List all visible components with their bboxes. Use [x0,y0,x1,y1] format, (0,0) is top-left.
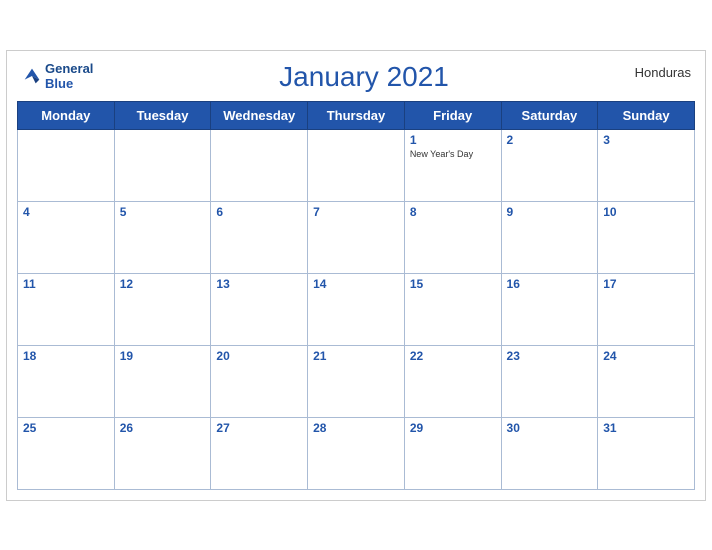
calendar-cell: 7 [308,201,405,273]
calendar-cell: 10 [598,201,695,273]
calendar-cell: 31 [598,417,695,489]
calendar-cell: 18 [18,345,115,417]
day-number: 7 [313,205,399,219]
logo-icon [21,65,43,87]
day-number: 31 [603,421,689,435]
calendar-cell: 27 [211,417,308,489]
weekday-header-friday: Friday [404,101,501,129]
calendar-cell: 15 [404,273,501,345]
logo-line1: General [45,61,93,77]
day-number: 17 [603,277,689,291]
day-number: 13 [216,277,302,291]
day-number: 26 [120,421,206,435]
calendar-cell [308,129,405,201]
day-number: 12 [120,277,206,291]
day-number: 6 [216,205,302,219]
calendar-cell: 28 [308,417,405,489]
weekday-header-monday: Monday [18,101,115,129]
weekday-header-row: MondayTuesdayWednesdayThursdayFridaySatu… [18,101,695,129]
day-number: 11 [23,277,109,291]
day-number: 4 [23,205,109,219]
logo: General Blue [21,61,93,92]
day-number: 22 [410,349,496,363]
calendar-header: General Blue January 2021 Honduras [17,61,695,93]
day-number: 16 [507,277,593,291]
day-number: 5 [120,205,206,219]
week-row-3: 18 19 20 21 22 23 24 [18,345,695,417]
weekday-header-sunday: Sunday [598,101,695,129]
calendar-cell: 29 [404,417,501,489]
day-number: 23 [507,349,593,363]
calendar-grid: MondayTuesdayWednesdayThursdayFridaySatu… [17,101,695,490]
calendar-cell: 11 [18,273,115,345]
week-row-0: 1 New Year's Day 23 [18,129,695,201]
week-row-4: 25 26 27 28 29 30 31 [18,417,695,489]
calendar-container: General Blue January 2021 Honduras Monda… [6,50,706,501]
day-number: 1 [410,133,496,147]
calendar-cell: 17 [598,273,695,345]
calendar-cell: 13 [211,273,308,345]
weekday-header-tuesday: Tuesday [114,101,211,129]
day-number: 30 [507,421,593,435]
calendar-cell: 5 [114,201,211,273]
calendar-cell: 26 [114,417,211,489]
calendar-cell: 14 [308,273,405,345]
day-number: 20 [216,349,302,363]
day-number: 2 [507,133,593,147]
weekday-header-saturday: Saturday [501,101,598,129]
day-number: 29 [410,421,496,435]
calendar-cell: 20 [211,345,308,417]
day-number: 8 [410,205,496,219]
calendar-cell: 8 [404,201,501,273]
day-number: 24 [603,349,689,363]
logo-text: General Blue [45,61,93,92]
day-number: 27 [216,421,302,435]
day-number: 19 [120,349,206,363]
logo-line2: Blue [45,76,93,92]
calendar-cell: 19 [114,345,211,417]
calendar-cell [18,129,115,201]
day-number: 18 [23,349,109,363]
calendar-cell: 16 [501,273,598,345]
calendar-cell [114,129,211,201]
calendar-cell: 6 [211,201,308,273]
holiday-label: New Year's Day [410,149,496,160]
calendar-cell: 30 [501,417,598,489]
day-number: 28 [313,421,399,435]
calendar-cell: 24 [598,345,695,417]
day-number: 10 [603,205,689,219]
day-number: 21 [313,349,399,363]
calendar-cell: 25 [18,417,115,489]
week-row-2: 11 12 13 14 15 16 17 [18,273,695,345]
calendar-cell: 2 [501,129,598,201]
calendar-cell [211,129,308,201]
calendar-cell: 12 [114,273,211,345]
calendar-cell: 1 New Year's Day [404,129,501,201]
calendar-cell: 9 [501,201,598,273]
day-number: 3 [603,133,689,147]
day-number: 15 [410,277,496,291]
calendar-cell: 21 [308,345,405,417]
day-number: 14 [313,277,399,291]
day-number: 9 [507,205,593,219]
country-label: Honduras [635,61,691,80]
calendar-cell: 4 [18,201,115,273]
week-row-1: 456789 10 [18,201,695,273]
calendar-title: January 2021 [93,61,634,93]
calendar-cell: 23 [501,345,598,417]
calendar-cell: 22 [404,345,501,417]
weekday-header-thursday: Thursday [308,101,405,129]
calendar-cell: 3 [598,129,695,201]
weekday-header-wednesday: Wednesday [211,101,308,129]
day-number: 25 [23,421,109,435]
